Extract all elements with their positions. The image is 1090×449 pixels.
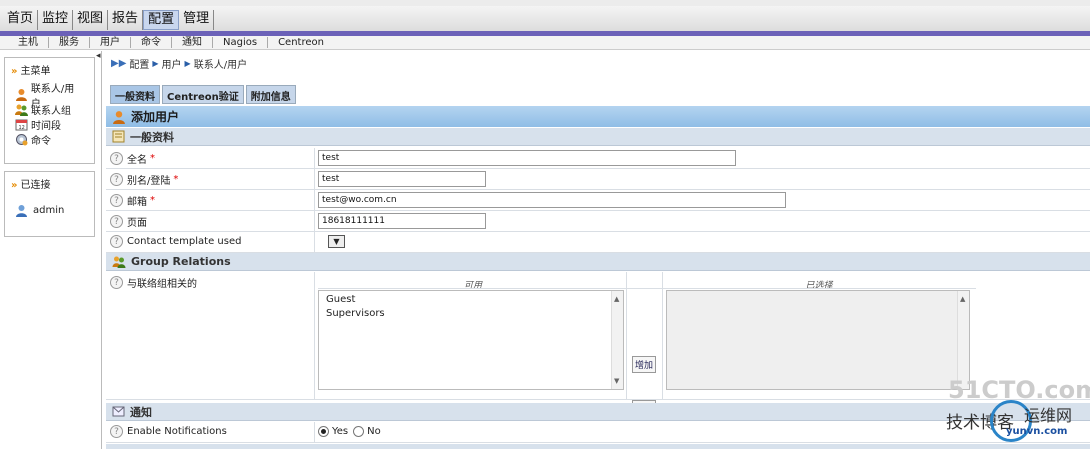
breadcrumb-item[interactable]: 用户	[162, 56, 182, 71]
document-icon	[112, 130, 125, 143]
help-icon[interactable]: ?	[110, 235, 123, 248]
field-row-pager: ? 页面	[106, 211, 1090, 232]
list-item[interactable]: Guest	[319, 293, 623, 307]
user-icon	[15, 89, 27, 101]
fullname-input[interactable]	[318, 150, 736, 166]
tab-centreon-auth[interactable]: Centreon验证	[162, 85, 244, 104]
breadcrumb-item[interactable]: 配置	[129, 56, 149, 71]
user-icon	[113, 110, 125, 124]
users-icon	[112, 256, 126, 268]
section-title: 通知	[130, 405, 152, 419]
field-row-template: ? Contact template used ▼	[106, 232, 1090, 253]
field-label: 邮箱	[127, 197, 147, 208]
group-relations-row: ? 与联络组相关的 可用 已选择 Guest Supervisors ▲ ▼ 增加 …	[106, 272, 1090, 417]
section-title: Group Relations	[131, 255, 231, 268]
breadcrumb-item[interactable]: 联系人/用户	[194, 56, 247, 71]
calendar-icon: 12	[15, 119, 28, 131]
connected-title: » 已连接	[11, 180, 51, 191]
field-row-fullname: ? 全名 *	[106, 148, 1090, 169]
alias-input[interactable]	[318, 171, 486, 187]
scrollbar[interactable]: ▲	[957, 291, 969, 389]
watermark-site: 51CTO.com	[948, 376, 1090, 404]
available-groups-list[interactable]: Guest Supervisors ▲ ▼	[318, 290, 624, 390]
subnav-notifications[interactable]: 通知	[172, 37, 213, 48]
help-icon[interactable]: ?	[110, 194, 123, 207]
field-label: 与联络组相关的	[127, 279, 197, 290]
connected-user[interactable]: admin	[5, 203, 94, 218]
top-nav: 首页 监控 视图 报告 配置 管理	[0, 0, 1090, 32]
sidebar-item-commands[interactable]: 命令	[5, 132, 94, 147]
tab-views[interactable]: 视图	[73, 10, 109, 30]
bottom-bar	[106, 444, 1090, 449]
field-label: Contact template used	[127, 236, 242, 247]
radio-yes[interactable]	[318, 426, 329, 437]
subnav-services[interactable]: 服务	[49, 37, 90, 48]
subnav-nagios[interactable]: Nagios	[213, 37, 269, 48]
tab-administration[interactable]: 管理	[179, 10, 215, 30]
enable-notifications-radios: Yes No	[318, 426, 381, 437]
subnav-users[interactable]: 用户	[90, 37, 131, 48]
notification-section-header: 通知	[106, 403, 1090, 421]
tab-configuration[interactable]: 配置	[143, 10, 180, 30]
sidebar-item-contacts[interactable]: 联系人/用户	[5, 84, 94, 110]
breadcrumb-sep-icon: ▶	[152, 59, 159, 68]
sub-nav: 主机 服务 用户 命令 通知 Nagios Centreon	[0, 36, 1090, 50]
list-item[interactable]: Supervisors	[319, 307, 623, 321]
users-icon	[15, 104, 28, 116]
general-section-header: 一般资料	[106, 128, 1090, 146]
field-row-enable-notifications: ? Enable Notifications Yes No	[106, 422, 1090, 443]
watermark-text: 运维网	[1024, 406, 1073, 425]
connected-box: » 已连接 admin	[4, 171, 95, 237]
gear-icon	[16, 134, 28, 146]
help-icon[interactable]: ?	[110, 276, 123, 289]
tab-home[interactable]: 首页	[3, 10, 39, 30]
sidebar: » 主菜单 联系人/用户 联系人组 12 时间段 命令 » 已连接 admin	[0, 51, 102, 449]
subnav-commands[interactable]: 命令	[131, 37, 172, 48]
help-icon[interactable]: ?	[110, 152, 123, 165]
sidebar-item-timeperiods[interactable]: 12 时间段	[5, 117, 94, 132]
subnav-centreon[interactable]: Centreon	[268, 37, 334, 48]
main-menu-title: » 主菜单	[11, 66, 51, 77]
svg-text:12: 12	[19, 125, 25, 131]
radio-label: Yes	[332, 426, 349, 437]
field-label: 别名/登陆	[127, 176, 171, 187]
radio-label: No	[367, 426, 381, 437]
breadcrumb-arrow-icon: ▶▶	[111, 58, 127, 69]
email-input[interactable]	[318, 192, 786, 208]
watermark-url: yunvn.com	[1006, 426, 1068, 437]
tab-monitoring[interactable]: 监控	[38, 10, 74, 30]
add-group-button[interactable]: 增加	[632, 356, 657, 373]
help-icon[interactable]: ?	[110, 173, 123, 186]
form-tabs: 一般资料 Centreon验证 附加信息	[110, 85, 296, 104]
watermark: 51CTO.com 技术博客 运维网 yunvn.com	[946, 376, 1090, 446]
field-label: 页面	[127, 218, 147, 229]
pager-input[interactable]	[318, 213, 486, 229]
help-icon[interactable]: ?	[110, 425, 123, 438]
collapse-sidebar-icon[interactable]: ◂	[96, 51, 101, 61]
scrollbar[interactable]: ▲ ▼	[611, 291, 623, 389]
field-row-alias: ? 别名/登陆 *	[106, 169, 1090, 190]
section-title: 一般资料	[130, 130, 174, 144]
group-relations-header: Group Relations	[106, 253, 1090, 271]
help-icon[interactable]: ?	[110, 215, 123, 228]
tab-general[interactable]: 一般资料	[110, 85, 160, 104]
field-row-email: ? 邮箱 *	[106, 190, 1090, 211]
field-label: 全名	[127, 155, 147, 166]
main-menu-box: » 主菜单 联系人/用户 联系人组 12 时间段 命令	[4, 57, 95, 164]
notification-icon	[112, 406, 125, 417]
main-content: ▶▶ 配置 ▶ 用户 ▶ 联系人/用户 一般资料 Centreon验证 附加信息…	[104, 51, 1090, 449]
breadcrumb: ▶▶ 配置 ▶ 用户 ▶ 联系人/用户	[111, 56, 247, 71]
user-icon	[16, 205, 27, 217]
tab-reports[interactable]: 报告	[108, 10, 144, 30]
breadcrumb-sep-icon: ▶	[184, 59, 191, 68]
subnav-hosts[interactable]: 主机	[8, 37, 49, 48]
tab-additional-info[interactable]: 附加信息	[245, 85, 296, 104]
contact-template-select[interactable]: ▼	[328, 235, 345, 248]
field-label: Enable Notifications	[127, 426, 227, 437]
panel-header: 添加用户	[106, 106, 1090, 127]
panel-title: 添加用户	[131, 110, 180, 124]
selected-groups-list[interactable]: ▲	[666, 290, 970, 390]
radio-no[interactable]	[353, 426, 365, 437]
